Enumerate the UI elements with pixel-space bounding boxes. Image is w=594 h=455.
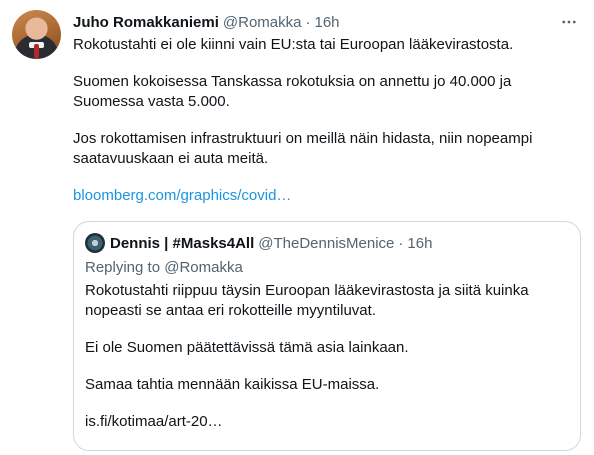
replying-to: Replying to @Romakka bbox=[85, 259, 243, 276]
tweet-link[interactable]: bloomberg.com/graphics/covid… bbox=[73, 187, 291, 204]
quoted-tweet[interactable]: Dennis | #Masks4All @TheDennisMenice · 1… bbox=[73, 221, 581, 451]
quoted-paragraph: Rokotustahti riippuu täysin Euroopan lää… bbox=[85, 282, 529, 319]
quoted-timestamp: 16h bbox=[407, 234, 433, 252]
quoted-link: is.fi/kotimaa/art-20… bbox=[85, 413, 223, 430]
quoted-paragraph: Ei ole Suomen päätettävissä tämä asia la… bbox=[85, 339, 409, 356]
more-options-button[interactable] bbox=[558, 12, 580, 32]
quoted-avatar bbox=[85, 233, 105, 253]
separator-dot: · bbox=[398, 234, 404, 252]
quoted-author-name: Dennis | #Masks4All bbox=[110, 234, 255, 252]
tweet-paragraph: Suomen kokoisessa Tanskassa rokotuksia o… bbox=[73, 73, 512, 110]
quoted-tweet-header: Dennis | #Masks4All @TheDennisMenice · 1… bbox=[85, 233, 432, 253]
quoted-paragraph: Samaa tahtia mennään kaikissa EU-maissa. bbox=[85, 376, 380, 393]
avatar[interactable] bbox=[12, 10, 61, 59]
separator-dot: · bbox=[305, 13, 311, 31]
more-horizontal-icon bbox=[562, 20, 576, 24]
quoted-tweet-text: Rokotustahti riippuu täysin Euroopan lää… bbox=[85, 281, 565, 432]
author-name[interactable]: Juho Romakkaniemi bbox=[73, 14, 219, 31]
tweet-paragraph: Rokotustahti ei ole kiinni vain EU:sta t… bbox=[73, 36, 514, 53]
avatar-tie bbox=[34, 44, 39, 59]
quoted-author-handle: @TheDennisMenice bbox=[258, 234, 395, 252]
author-handle[interactable]: @Romakka bbox=[223, 14, 302, 31]
tweet-text: Rokotustahti ei ole kiinni vain EU:sta t… bbox=[73, 35, 578, 206]
tweet-paragraph: Jos rokottamisen infrastruktuuri on meil… bbox=[73, 130, 533, 167]
tweet: Juho Romakkaniemi @Romakka · 16h Rokotus… bbox=[0, 0, 594, 455]
tweet-header: Juho Romakkaniemi @Romakka · 16h bbox=[73, 12, 340, 32]
tweet-timestamp[interactable]: 16h bbox=[314, 14, 339, 31]
